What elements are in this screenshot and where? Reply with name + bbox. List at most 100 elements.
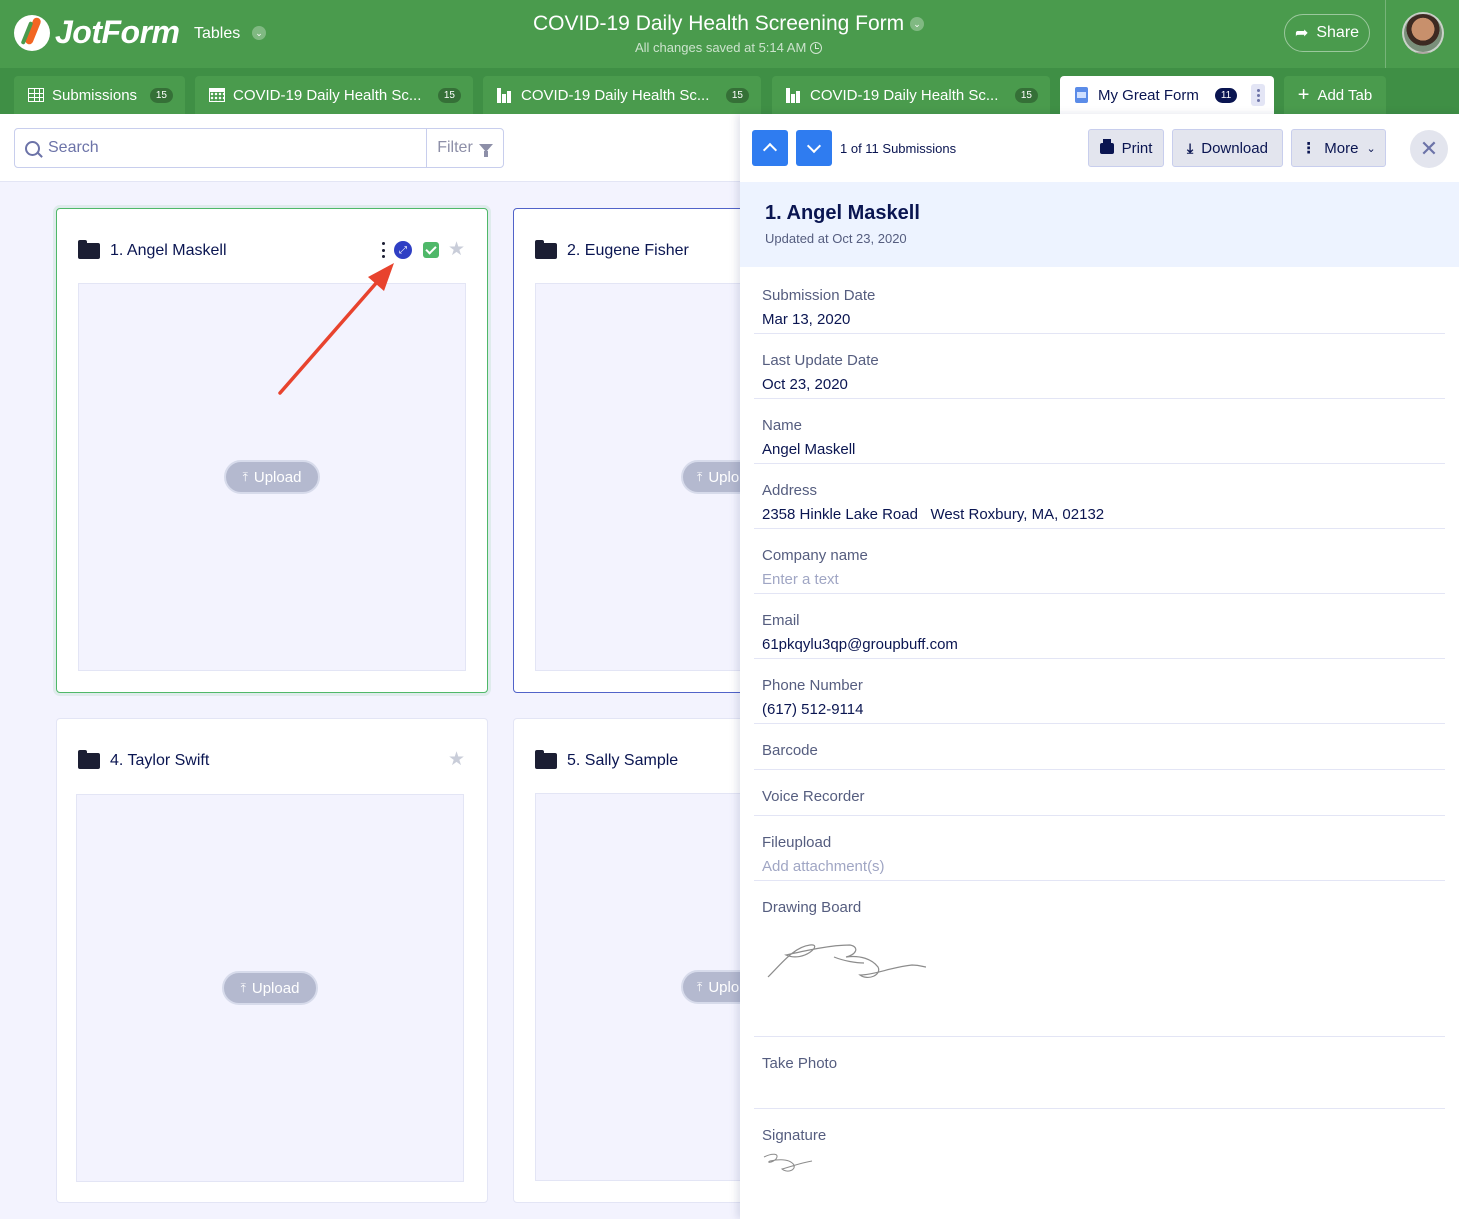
field-fileupload[interactable]: Fileupload Add attachment(s): [754, 816, 1445, 881]
filter-label: Filter: [437, 139, 473, 156]
submission-card[interactable]: 2. Eugene Fisher ⤒ Uplo: [513, 208, 773, 693]
close-icon: ✕: [1419, 136, 1439, 161]
upload-area: ⤒ Upload: [76, 794, 464, 1182]
more-kebab-icon: ⋮: [1301, 140, 1317, 157]
app-header: JotForm Tables ⌄ COVID-19 Daily Health S…: [0, 0, 1459, 68]
field-value[interactable]: 2358 Hinkle Lake Road West Roxbury, MA, …: [762, 506, 1437, 523]
filter-button[interactable]: Filter: [426, 128, 504, 168]
tab-options-icon[interactable]: [1251, 84, 1266, 106]
upload-icon: ⤒: [697, 979, 703, 994]
card-title: 5. Sally Sample: [535, 750, 678, 770]
submission-card[interactable]: 5. Sally Sample ⤒ Uplo: [513, 718, 773, 1203]
add-attachment-link[interactable]: Add attachment(s): [762, 858, 1437, 875]
grid-toolbar: Filter: [0, 114, 740, 182]
field-value[interactable]: (617) 512-9114: [762, 701, 1437, 718]
upload-area: ⤒ Uplo: [535, 793, 772, 1181]
tab-label: COVID-19 Daily Health Sc...: [521, 86, 710, 104]
card-title: 1. Angel Maskell: [78, 240, 227, 260]
submission-card[interactable]: 4. Taylor Swift ★ ⤒ Upload: [56, 718, 488, 1203]
tab-calendar[interactable]: COVID-19 Daily Health Sc... 15: [195, 76, 473, 114]
clock-icon: [810, 41, 823, 54]
field-label: Voice Recorder: [762, 788, 865, 805]
star-icon[interactable]: ★: [448, 750, 465, 769]
download-label: Download: [1201, 139, 1268, 157]
tab-label: COVID-19 Daily Health Sc...: [233, 86, 422, 104]
tab-my-great-form[interactable]: My Great Form 11: [1060, 76, 1274, 114]
field-placeholder[interactable]: Enter a text: [762, 571, 1437, 588]
more-button[interactable]: ⋮ More ⌄: [1291, 129, 1386, 167]
field-take-photo[interactable]: Take Photo: [754, 1037, 1445, 1109]
tab-count-badge: 15: [1014, 87, 1038, 103]
tab-count-badge: 11: [1214, 87, 1238, 103]
chevron-down-icon[interactable]: ⌄: [910, 17, 924, 31]
upload-button[interactable]: ⤒ Upload: [222, 971, 318, 1005]
field-label: Last Update Date: [762, 352, 879, 369]
jotform-logo[interactable]: JotForm: [14, 14, 180, 51]
search-icon: [25, 140, 40, 156]
search-input[interactable]: [48, 139, 408, 157]
field-label: Take Photo: [762, 1055, 838, 1072]
tab-report-1[interactable]: COVID-19 Daily Health Sc... 15: [483, 76, 761, 114]
submission-counter: 1 of 11 Submissions: [840, 141, 957, 156]
field-drawing-board[interactable]: Drawing Board: [754, 881, 1445, 1037]
tab-submissions[interactable]: Submissions 15: [14, 76, 185, 114]
field-address[interactable]: Address 2358 Hinkle Lake Road West Roxbu…: [754, 464, 1445, 529]
product-menu[interactable]: Tables: [194, 25, 240, 43]
upload-icon: ⤒: [242, 469, 248, 484]
annotation-arrow-shaft: [278, 279, 380, 395]
plus-icon: +: [1297, 84, 1310, 106]
field-value[interactable]: Angel Maskell: [762, 441, 1437, 458]
field-phone-number[interactable]: Phone Number (617) 512-9114: [754, 659, 1445, 724]
chevron-down-icon: ⌄: [1366, 142, 1376, 155]
share-button[interactable]: ➦ Share: [1284, 14, 1370, 52]
submission-title: 1. Angel Maskell: [765, 202, 920, 224]
previous-submission-button[interactable]: [752, 130, 788, 166]
chevron-down-icon: [806, 138, 822, 154]
close-panel-button[interactable]: ✕: [1410, 130, 1448, 168]
submission-fields: Submission Date Mar 13, 2020 Last Update…: [754, 269, 1445, 1189]
tab-label: Submissions: [52, 86, 138, 104]
drawing-image: [767, 944, 927, 979]
folder-icon: [535, 750, 557, 769]
field-email[interactable]: Email 61pkqylu3qp@groupbuff.com: [754, 594, 1445, 659]
report-icon: [786, 87, 802, 103]
printer-icon: [1099, 138, 1114, 154]
download-button[interactable]: ⤓ Download: [1172, 129, 1283, 167]
upload-button[interactable]: ⤒ Upload: [224, 460, 320, 494]
calendar-icon: [209, 88, 225, 102]
add-tab-button[interactable]: + Add Tab: [1284, 76, 1386, 114]
chevron-down-icon[interactable]: ⌄: [252, 26, 266, 40]
checkbox-checked-icon[interactable]: [423, 242, 439, 258]
field-label: Company name: [762, 547, 868, 564]
field-name[interactable]: Name Angel Maskell: [754, 399, 1445, 464]
field-value[interactable]: 61pkqylu3qp@groupbuff.com: [762, 636, 1437, 653]
form-icon: [1074, 87, 1090, 103]
save-status: All changes saved at 5:14 AM: [635, 40, 823, 55]
tab-report-2[interactable]: COVID-19 Daily Health Sc... 15: [772, 76, 1050, 114]
form-title[interactable]: COVID-19 Daily Health Screening Form: [533, 12, 904, 36]
card-title: 4. Taylor Swift: [78, 750, 210, 770]
card-title-text: 2. Eugene Fisher: [567, 242, 689, 259]
star-icon[interactable]: ★: [448, 240, 465, 259]
annotation-arrow: [278, 263, 394, 395]
field-label: Submission Date: [762, 287, 876, 304]
signature-image: [763, 1153, 813, 1172]
tab-count-badge: 15: [725, 87, 749, 103]
field-label: Phone Number: [762, 677, 863, 694]
field-voice-recorder[interactable]: Voice Recorder: [754, 770, 1445, 816]
print-button[interactable]: Print: [1088, 129, 1164, 167]
next-submission-button[interactable]: [796, 130, 832, 166]
field-barcode[interactable]: Barcode: [754, 724, 1445, 770]
jotform-logo-icon: [14, 14, 50, 51]
report-icon: [497, 87, 513, 103]
upload-label: Uplo: [708, 978, 740, 996]
search-box: [14, 128, 427, 168]
field-last-update-date: Last Update Date Oct 23, 2020: [754, 334, 1445, 399]
field-company-name[interactable]: Company name Enter a text: [754, 529, 1445, 594]
card-title-text: 4. Taylor Swift: [110, 752, 210, 769]
user-avatar[interactable]: [1402, 12, 1444, 54]
share-label: Share: [1316, 24, 1360, 41]
field-signature[interactable]: Signature: [754, 1109, 1445, 1189]
logo-text: JotForm: [55, 14, 180, 50]
share-arrow-icon: ➦: [1294, 25, 1309, 42]
